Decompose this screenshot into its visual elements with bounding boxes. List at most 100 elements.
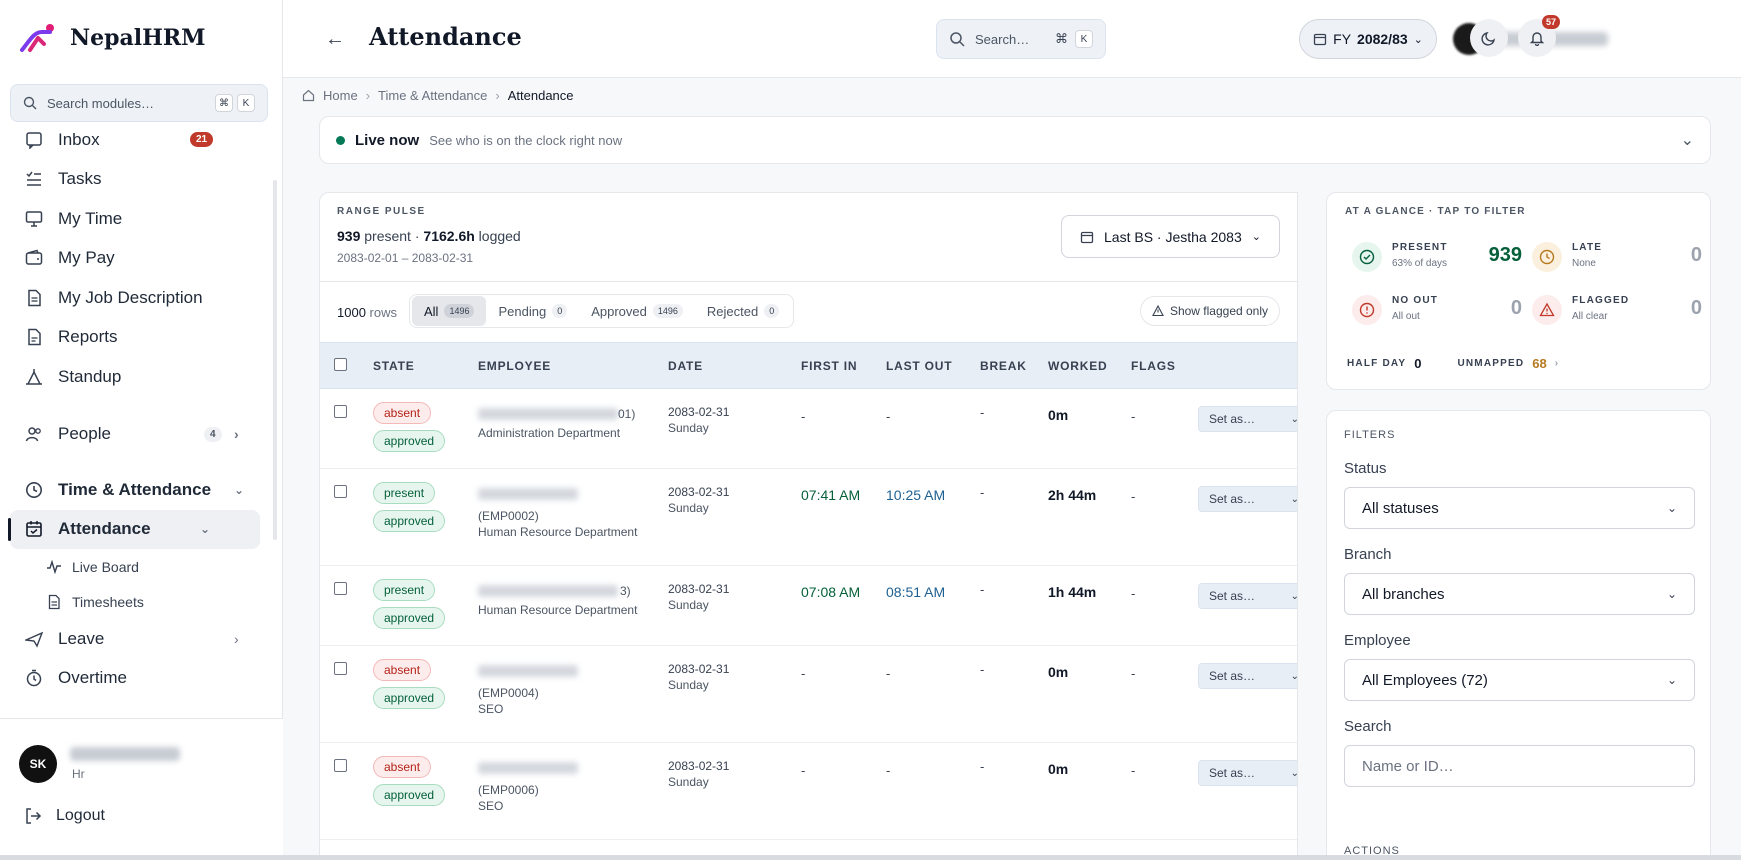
sidebar-item-attendance[interactable]: Attendance ⌄ — [8, 509, 260, 549]
flags: - — [1131, 489, 1136, 504]
break-time: - — [980, 485, 985, 500]
tab-count: 0 — [552, 304, 568, 318]
sidebar-item-my-pay[interactable]: My Pay — [0, 239, 270, 279]
table-row[interactable]: absent approved 01) Administration Depar… — [320, 389, 1297, 469]
set-as-dropdown[interactable]: Set as… ⌄ — [1198, 583, 1297, 609]
stat-late[interactable]: LATE None 0 — [1532, 238, 1702, 278]
column-header-state[interactable]: STATE — [373, 359, 415, 373]
section-divider — [320, 281, 1297, 282]
stat-present[interactable]: PRESENT 63% of days 939 — [1352, 238, 1522, 278]
unmapped-label: UNMAPPED — [1457, 358, 1525, 369]
horizontal-scrollbar[interactable] — [0, 855, 1741, 860]
monitor-icon — [24, 209, 44, 229]
live-now-panel[interactable]: Live now See who is on the clock right n… — [319, 116, 1711, 164]
row-checkbox[interactable] — [334, 662, 347, 675]
chevron-right-icon: › — [234, 426, 239, 443]
show-flagged-toggle[interactable]: Show flagged only — [1140, 296, 1280, 326]
employee-select[interactable]: All Employees (72) ⌄ — [1344, 659, 1695, 701]
branch-select[interactable]: All branches ⌄ — [1344, 573, 1695, 615]
fiscal-year-selector[interactable]: FY 2082/83 ⌄ — [1299, 19, 1437, 59]
row-checkbox[interactable] — [334, 759, 347, 772]
show-flagged-label: Show flagged only — [1169, 304, 1269, 318]
row-checkbox[interactable] — [334, 485, 347, 498]
select-all-checkbox[interactable] — [334, 358, 347, 371]
sidebar-item-reports[interactable]: Reports — [0, 318, 270, 358]
column-header-employee[interactable]: EMPLOYEE — [478, 359, 551, 373]
tab-approved[interactable]: Approved 1496 — [579, 296, 695, 326]
rows-text: rows — [369, 305, 397, 320]
sidebar-item-people[interactable]: People 4 › — [0, 415, 270, 455]
tab-label: Pending — [498, 303, 547, 319]
tab-all[interactable]: All 1496 — [412, 296, 487, 326]
tab-pending[interactable]: Pending 0 — [486, 296, 579, 326]
sidebar-item-tasks[interactable]: Tasks — [0, 160, 270, 200]
column-header-date[interactable]: DATE — [668, 359, 703, 373]
breadcrumb-home[interactable]: Home — [323, 88, 358, 103]
app-root: NepalHRM Search modules… ⌘ K Inbox 21 Ta… — [0, 0, 1741, 860]
tab-label: Approved — [591, 303, 647, 319]
table-row[interactable]: present approved 3) Human Resource Depar… — [320, 566, 1297, 646]
row-checkbox[interactable] — [334, 405, 347, 418]
tab-rejected[interactable]: Rejected 0 — [695, 296, 791, 326]
notifications-button[interactable]: 57 — [1518, 15, 1560, 57]
unmapped-value[interactable]: 68 — [1532, 356, 1546, 371]
theme-toggle-button[interactable] — [1470, 19, 1508, 57]
module-search-input[interactable]: Search modules… ⌘ K — [10, 84, 268, 122]
last-out: - — [886, 763, 891, 778]
filters-card: FILTERS Status All statuses ⌄ Branch All… — [1326, 410, 1711, 860]
shortcut-hint: ⌘ K — [215, 94, 255, 112]
global-search-input[interactable]: Search… ⌘ K — [936, 19, 1106, 59]
table-row[interactable]: absent approved (EMP0006) SEO 2083-02-31… — [320, 743, 1297, 840]
sidebar-item-my-job-description[interactable]: My Job Description — [0, 278, 270, 318]
stat-sub: None — [1572, 258, 1596, 269]
stat-no-out[interactable]: NO OUT All out 0 — [1352, 291, 1522, 331]
sidebar-subitem-label: Timesheets — [72, 593, 144, 610]
sidebar-item-label: Reports — [58, 327, 118, 347]
check-circle-icon — [1352, 242, 1382, 272]
table-row[interactable]: absent approved (EMP0004) SEO 2083-02-31… — [320, 646, 1297, 743]
sidebar-subitem-live-board[interactable]: Live Board — [0, 549, 270, 584]
half-day-value[interactable]: 0 — [1414, 356, 1421, 371]
sidebar-item-my-time[interactable]: My Time — [0, 199, 270, 239]
sidebar-scrollbar[interactable] — [273, 180, 277, 540]
set-as-dropdown[interactable]: Set as… ⌄ — [1198, 760, 1297, 786]
back-arrow-icon[interactable]: ← — [325, 28, 345, 51]
sidebar-item-label: Attendance — [58, 519, 151, 539]
branch-value: All branches — [1362, 585, 1445, 603]
live-now-subtitle: See who is on the clock right now — [429, 132, 623, 148]
column-header-flags[interactable]: FLAGS — [1131, 359, 1176, 373]
table-header: STATE EMPLOYEE DATE FIRST IN LAST OUT BR… — [320, 342, 1297, 389]
brand[interactable]: NepalHRM — [20, 22, 206, 54]
set-as-dropdown[interactable]: Set as… ⌄ — [1198, 486, 1297, 512]
sidebar-subitem-timesheets[interactable]: Timesheets — [0, 584, 270, 619]
sidebar-footer: SK Hr Logout — [0, 718, 283, 860]
chevron-down-icon: ⌄ — [1666, 587, 1677, 601]
breadcrumb-time-attendance[interactable]: Time & Attendance — [378, 88, 487, 103]
column-header-break[interactable]: BREAK — [980, 359, 1027, 373]
search-icon — [950, 32, 965, 47]
table-row[interactable]: present approved (EMP0002) Human Resourc… — [320, 469, 1297, 566]
stat-name: FLAGGED — [1572, 295, 1630, 306]
avatar[interactable]: SK — [19, 745, 57, 783]
set-as-dropdown[interactable]: Set as… ⌄ — [1198, 663, 1297, 689]
kbd-k: K — [1075, 30, 1093, 48]
stat-flagged[interactable]: FLAGGED All clear 0 — [1532, 291, 1702, 331]
date-range-selector[interactable]: Last BS · Jestha 2083 ⌄ — [1061, 215, 1280, 258]
sidebar-group-time-attendance[interactable]: Time & Attendance ⌄ — [0, 470, 270, 510]
sidebar-item-inbox[interactable]: Inbox 21 — [0, 120, 270, 160]
sidebar-item-standup[interactable]: Standup — [0, 357, 270, 397]
sidebar-subitem-label: Live Board — [72, 558, 139, 575]
plane-icon — [24, 629, 44, 649]
set-as-dropdown[interactable]: Set as… ⌄ — [1198, 406, 1297, 432]
sidebar-item-leave[interactable]: Leave › — [0, 619, 270, 659]
logout-button[interactable]: Logout — [24, 807, 105, 825]
column-header-worked[interactable]: WORKED — [1048, 359, 1107, 373]
row-checkbox[interactable] — [334, 582, 347, 595]
status-select[interactable]: All statuses ⌄ — [1344, 487, 1695, 529]
employee-department: SEO — [478, 799, 504, 813]
column-header-first-in[interactable]: FIRST IN — [801, 359, 857, 373]
column-header-last-out[interactable]: LAST OUT — [886, 359, 952, 373]
sidebar-item-overtime[interactable]: Overtime — [0, 659, 270, 699]
break-time: - — [980, 405, 985, 420]
employee-search-input[interactable] — [1344, 745, 1695, 787]
